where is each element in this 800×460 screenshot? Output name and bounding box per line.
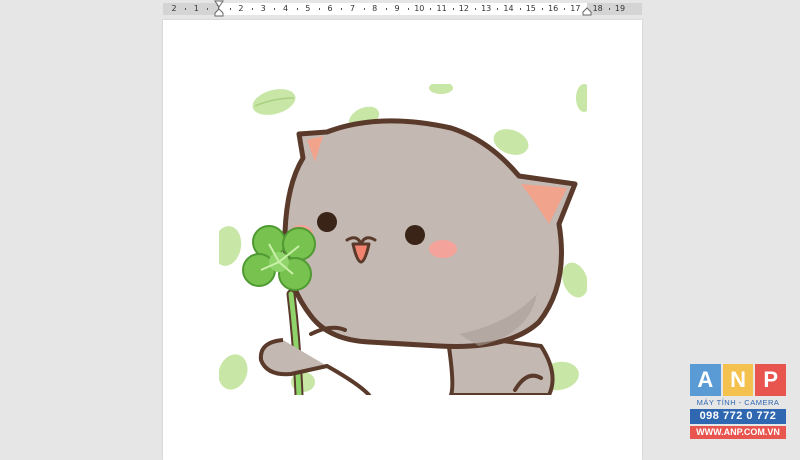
ruler-number: 17 (570, 4, 581, 13)
anp-logo: ANP MÁY TÍNH - CAMERA 098 772 0 772 WWW.… (690, 364, 787, 439)
ruler-tick (475, 8, 477, 10)
hanging-indent-icon[interactable] (214, 8, 224, 17)
ruler-tick (564, 8, 566, 10)
logo-letters: ANP (690, 364, 787, 396)
leaf-icon (219, 354, 248, 390)
ruler-tick (430, 8, 432, 10)
logo-letter: A (690, 364, 721, 396)
ruler-number: 9 (394, 4, 400, 13)
ruler-tick (519, 8, 521, 10)
ruler-number: 7 (349, 4, 355, 13)
ruler-number: 2 (238, 4, 244, 13)
leaf-icon (429, 84, 453, 94)
ruler-tick (185, 8, 187, 10)
ruler-number: 1 (193, 4, 199, 13)
logo-letter: N (722, 364, 754, 396)
ruler-number: 14 (503, 4, 514, 13)
ruler-tick (385, 8, 387, 10)
ruler-tick (408, 8, 410, 10)
ruler-number: 5 (305, 4, 311, 13)
ruler-tick (296, 8, 298, 10)
ruler-tick (207, 8, 209, 10)
ruler-number: 15 (525, 4, 536, 13)
ruler-number: 19 (614, 4, 626, 13)
ruler-tick (252, 8, 254, 10)
ruler-number: 3 (260, 4, 266, 13)
logo-letter: P (755, 364, 787, 396)
ruler-number: 16 (548, 4, 559, 13)
logo-phone: 098 772 0 772 (690, 409, 786, 424)
right-indent-icon[interactable] (582, 7, 592, 16)
ruler-number: 18 (592, 4, 603, 13)
clover-icon (242, 225, 316, 291)
logo-tagline: MÁY TÍNH - CAMERA (696, 398, 780, 407)
first-line-indent-icon[interactable] (214, 0, 224, 8)
ruler-number: 12 (458, 4, 469, 13)
ruler-number: 4 (282, 4, 289, 13)
ruler-tick (229, 8, 231, 10)
horizontal-ruler[interactable]: 2 1 1 2 3 4 5 6 7 8 9 10 11 12 13 14 15 16 17 18 19 (0, 0, 800, 17)
cat-illustration (219, 84, 587, 395)
ruler-tick (341, 8, 343, 10)
ruler-number: 2 (171, 4, 177, 13)
cat-with-clover-image[interactable] (219, 84, 587, 395)
ruler-number: 8 (372, 4, 378, 13)
logo-website: WWW.ANP.COM.VN (690, 426, 786, 439)
ruler-number: 10 (414, 4, 425, 13)
ruler-tick (608, 8, 610, 10)
leaf-icon (219, 226, 242, 266)
ruler-tick (497, 8, 499, 10)
ruler-number: 13 (481, 4, 492, 13)
leaf-icon (252, 89, 296, 115)
ruler-number: 6 (327, 4, 333, 13)
leaf-icon (576, 84, 587, 112)
ruler-number: 11 (436, 4, 447, 13)
ruler-tick (274, 8, 276, 10)
ruler-tick (452, 8, 454, 10)
ruler-tick (318, 8, 320, 10)
ruler-tick (541, 8, 543, 10)
ruler-tick (363, 8, 365, 10)
